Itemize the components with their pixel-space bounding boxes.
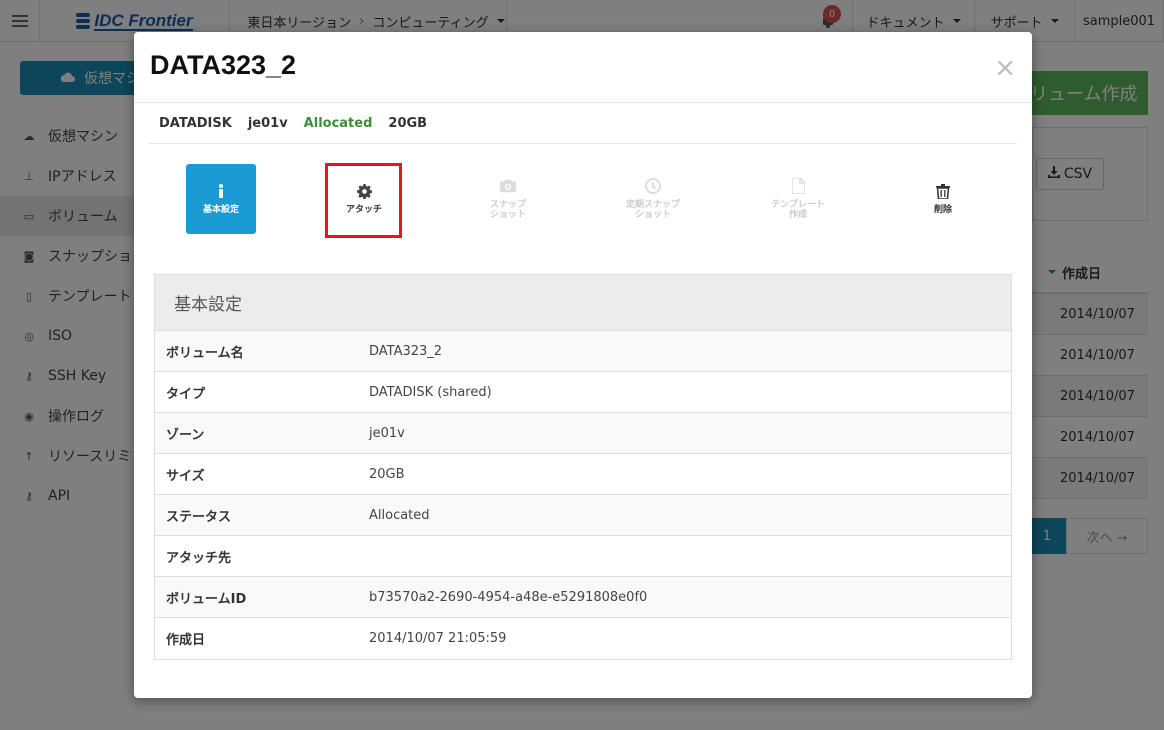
detail-row: 作成日 2014/10/07 21:05:59 xyxy=(155,618,1011,659)
detail-value: DATA323_2 xyxy=(369,343,443,359)
detail-key: ステータス xyxy=(166,509,232,525)
action-bar: 基本設定 アタッチ スナップ ショット 定期スナップ ショット テンプレート 作… xyxy=(134,144,1032,274)
detail-row: サイズ 20GB xyxy=(155,454,1011,495)
detail-key: ゾーン xyxy=(166,427,205,443)
detail-key: サイズ xyxy=(166,468,205,484)
snapshot-button[interactable]: スナップ ショット xyxy=(473,164,543,234)
modal-title: DATA323_2 xyxy=(150,50,297,80)
delete-label: 削除 xyxy=(933,205,952,215)
basic-settings-button[interactable]: 基本設定 xyxy=(186,164,256,234)
file-icon xyxy=(790,178,806,194)
trash-icon xyxy=(935,183,951,199)
detail-value: 2014/10/07 21:05:59 xyxy=(369,631,507,646)
basic-settings-label: 基本設定 xyxy=(202,205,239,215)
basic-settings-panel: 基本設定 ボリューム名 DATA323_2 タイプ DATADISK (shar… xyxy=(154,274,1012,660)
delete-button[interactable]: 削除 xyxy=(908,164,978,234)
clock-icon xyxy=(645,178,661,194)
detail-value: Allocated xyxy=(369,507,430,523)
summary-zone: je01v xyxy=(247,115,288,131)
detail-row: タイプ DATADISK (shared) xyxy=(155,372,1011,413)
detail-row: アタッチ先 xyxy=(155,536,1011,577)
detail-key: アタッチ先 xyxy=(166,550,232,566)
detail-key: ボリュームID xyxy=(166,591,247,607)
volume-detail-modal: DATA323_2 × DATADISK je01v Allocated 20G… xyxy=(134,32,1032,698)
highlight-box xyxy=(325,163,402,238)
info-icon xyxy=(213,183,229,199)
panel-title: 基本設定 xyxy=(155,275,1011,331)
snapshot-label: スナップ ショット xyxy=(489,200,526,220)
scheduled-snapshot-button[interactable]: 定期スナップ ショット xyxy=(618,164,688,234)
detail-row: ステータス Allocated xyxy=(155,495,1011,536)
summary-type: DATADISK xyxy=(159,115,232,131)
modal-header: DATA323_2 × xyxy=(134,32,1032,103)
close-icon[interactable]: × xyxy=(994,55,1016,81)
detail-value: DATADISK (shared) xyxy=(369,384,492,400)
detail-row: ボリューム名 DATA323_2 xyxy=(155,331,1011,372)
summary-size: 20GB xyxy=(388,115,428,131)
detail-row: ゾーン je01v xyxy=(155,413,1011,454)
detail-key: ボリューム名 xyxy=(166,345,244,361)
detail-value: je01v xyxy=(369,425,405,441)
detail-row: ボリュームID b73570a2-2690-4954-a48e-e5291808… xyxy=(155,577,1011,618)
detail-value: b73570a2-2690-4954-a48e-e5291808e0f0 xyxy=(369,589,648,605)
volume-summary: DATADISK je01v Allocated 20GB xyxy=(149,103,1017,144)
detail-value: 20GB xyxy=(369,466,405,482)
detail-key: タイプ xyxy=(166,386,206,402)
scheduled-snapshot-label: 定期スナップ ショット xyxy=(625,200,680,220)
status-badge: Allocated xyxy=(303,115,373,131)
detail-key: 作成日 xyxy=(166,633,206,648)
camera-icon xyxy=(500,178,516,194)
create-template-label: テンプレート 作成 xyxy=(771,200,825,220)
create-template-button[interactable]: テンプレート 作成 xyxy=(763,164,833,234)
